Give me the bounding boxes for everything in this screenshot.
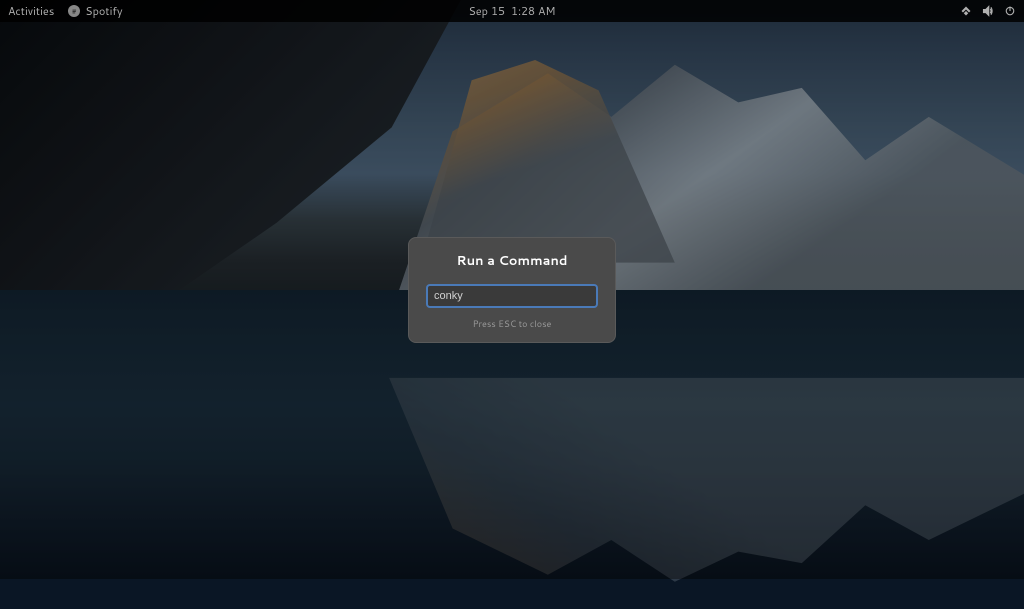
network-icon[interactable] <box>960 5 972 17</box>
time-label: 1:28 AM <box>511 3 556 19</box>
dialog-title: Run a Command <box>427 252 597 270</box>
volume-icon[interactable] <box>982 5 994 17</box>
panel-system-tray <box>960 5 1016 17</box>
activities-button[interactable]: Activities <box>8 3 54 19</box>
panel-left: Activities Spotify <box>8 3 123 19</box>
top-panel: Activities Spotify Sep 15 1:28 AM <box>0 0 1024 22</box>
active-app-indicator[interactable]: Spotify <box>68 3 122 19</box>
spotify-icon <box>68 5 80 17</box>
run-command-dialog: Run a Command Press ESC to close <box>408 237 616 343</box>
dialog-hint: Press ESC to close <box>427 317 597 330</box>
app-name-label: Spotify <box>85 3 122 19</box>
power-icon[interactable] <box>1004 5 1016 17</box>
command-input[interactable] <box>427 285 597 307</box>
date-label: Sep 15 <box>468 3 505 19</box>
panel-clock[interactable]: Sep 15 1:28 AM <box>468 3 555 19</box>
